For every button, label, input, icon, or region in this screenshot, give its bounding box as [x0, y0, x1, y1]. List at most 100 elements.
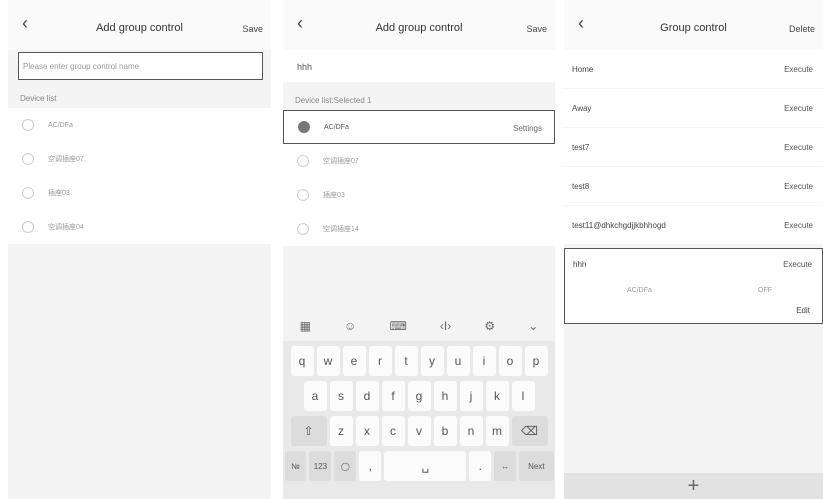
- key-u[interactable]: u: [446, 346, 470, 376]
- device-row[interactable]: AC/DFa: [8, 108, 271, 142]
- radio-button[interactable]: [22, 153, 34, 165]
- comma-key[interactable]: ,: [359, 451, 382, 481]
- key-m[interactable]: m: [485, 416, 509, 446]
- execute-button[interactable]: Execute: [784, 104, 813, 113]
- key-h[interactable]: h: [433, 381, 457, 411]
- group-row[interactable]: Home Execute: [564, 50, 823, 88]
- key-g[interactable]: g: [407, 381, 431, 411]
- header: ‹ Group control Delete: [564, 0, 823, 50]
- settings-button[interactable]: Settings: [513, 124, 542, 133]
- device-row[interactable]: 空调插座07: [283, 144, 555, 178]
- radio-button[interactable]: [22, 187, 34, 199]
- key-p[interactable]: p: [524, 346, 548, 376]
- key-k[interactable]: k: [485, 381, 509, 411]
- grid-icon[interactable]: ▦: [300, 319, 311, 333]
- backspace-key[interactable]: ⌫: [511, 416, 548, 446]
- execute-button[interactable]: Execute: [784, 143, 813, 152]
- key-y[interactable]: y: [420, 346, 444, 376]
- key-c[interactable]: c: [381, 416, 405, 446]
- key-o[interactable]: o: [498, 346, 522, 376]
- key-t[interactable]: t: [394, 346, 418, 376]
- mode-key[interactable]: ↔: [494, 451, 517, 481]
- group-name: Away: [572, 103, 592, 113]
- soft-keyboard: ▦ ☺ ⌨ ‹I› ⚙ ⌄ qwertyuiop asdfghjkl ⇧ zxc…: [283, 311, 555, 499]
- key-x[interactable]: x: [355, 416, 379, 446]
- device-row[interactable]: 空调插座07: [8, 142, 271, 176]
- device-row[interactable]: 插座03: [8, 176, 271, 210]
- group-row[interactable]: test8 Execute: [564, 167, 823, 205]
- device-name: AC/DFa: [48, 121, 73, 129]
- key-z[interactable]: z: [329, 416, 353, 446]
- radio-button[interactable]: [297, 223, 309, 235]
- keyboard-toolbar: ▦ ☺ ⌨ ‹I› ⚙ ⌄: [283, 311, 555, 341]
- key-f[interactable]: f: [381, 381, 405, 411]
- keyboard-icon[interactable]: ⌨: [389, 319, 406, 333]
- key-v[interactable]: v: [407, 416, 431, 446]
- key-w[interactable]: w: [316, 346, 340, 376]
- globe-icon[interactable]: ◯: [334, 451, 357, 481]
- group-name: test11@dhkchgdjjkbhhogd: [572, 220, 666, 230]
- group-name-input[interactable]: Please enter group control name: [18, 52, 263, 80]
- key-b[interactable]: b: [433, 416, 457, 446]
- device-row-selected[interactable]: AC/DFa Settings: [283, 110, 555, 144]
- execute-button[interactable]: Execute: [784, 182, 813, 191]
- group-row[interactable]: test11@dhkchgdjjkbhhogd Execute: [564, 206, 823, 244]
- device-name: 插座03: [48, 190, 70, 197]
- device-row[interactable]: 空调插座04: [8, 210, 271, 244]
- group-name: test8: [572, 181, 590, 191]
- period-key[interactable]: .: [469, 451, 492, 481]
- device-name: 插座03: [323, 192, 345, 199]
- page-title: Group control: [660, 22, 727, 34]
- radio-button[interactable]: [297, 189, 309, 201]
- execute-button[interactable]: Execute: [783, 260, 812, 269]
- chevron-down-icon[interactable]: ⌄: [528, 319, 538, 333]
- group-row[interactable]: Away Execute: [564, 89, 823, 127]
- device-row[interactable]: 空调插座14: [283, 212, 555, 246]
- keyboard-row: qwertyuiop: [283, 346, 555, 376]
- key-a[interactable]: a: [303, 381, 327, 411]
- radio-button[interactable]: [22, 221, 34, 233]
- emoji-icon[interactable]: ☺: [344, 319, 356, 333]
- add-group-keyboard-screen: ‹ Add group control Save hhh Device list…: [283, 0, 555, 499]
- radio-button-checked[interactable]: [298, 121, 310, 133]
- key-q[interactable]: q: [290, 346, 314, 376]
- symbols-key[interactable]: №: [284, 451, 307, 481]
- numbers-key[interactable]: 123: [309, 451, 332, 481]
- key-i[interactable]: i: [472, 346, 496, 376]
- key-s[interactable]: s: [329, 381, 353, 411]
- key-d[interactable]: d: [355, 381, 379, 411]
- key-j[interactable]: j: [459, 381, 483, 411]
- group-name: Home: [572, 64, 594, 74]
- save-button[interactable]: Save: [526, 24, 547, 34]
- cursor-icon[interactable]: ‹I›: [440, 319, 451, 333]
- group-name-input[interactable]: hhh: [283, 50, 555, 82]
- keyboard-row: № 123 ◯ , ␣ . ↔ Next: [283, 451, 555, 481]
- plus-icon: +: [687, 474, 700, 497]
- space-key[interactable]: ␣: [384, 451, 467, 481]
- edit-button[interactable]: Edit: [565, 302, 822, 323]
- add-group-button[interactable]: +: [564, 473, 823, 499]
- group-row[interactable]: test7 Execute: [564, 128, 823, 166]
- execute-button[interactable]: Execute: [784, 65, 813, 74]
- gear-icon[interactable]: ⚙: [484, 319, 495, 333]
- key-e[interactable]: e: [342, 346, 366, 376]
- radio-button[interactable]: [22, 119, 34, 131]
- device-name: AC/DFa: [324, 123, 349, 131]
- header: ‹ Add group control Save: [283, 0, 555, 50]
- key-r[interactable]: r: [368, 346, 392, 376]
- expanded-group-card: hhh Execute AC/DFa OFF Edit: [564, 248, 823, 324]
- key-n[interactable]: n: [459, 416, 483, 446]
- device-row[interactable]: 插座03: [283, 178, 555, 212]
- save-button[interactable]: Save: [242, 24, 263, 34]
- group-row[interactable]: hhh Execute: [565, 249, 822, 279]
- keyboard-row: ⇧ zxcvbnm ⌫: [283, 416, 555, 446]
- radio-button[interactable]: [297, 155, 309, 167]
- group-control-screen: ‹ Group control Delete Home Execute Away E…: [564, 0, 823, 499]
- key-l[interactable]: l: [511, 381, 535, 411]
- shift-key[interactable]: ⇧: [290, 416, 327, 446]
- next-key[interactable]: Next: [519, 451, 554, 481]
- execute-button[interactable]: Execute: [784, 221, 813, 230]
- device-name: 空调插座07: [48, 156, 84, 163]
- device-name: 空调插座14: [323, 226, 359, 233]
- delete-button[interactable]: Delete: [789, 24, 815, 34]
